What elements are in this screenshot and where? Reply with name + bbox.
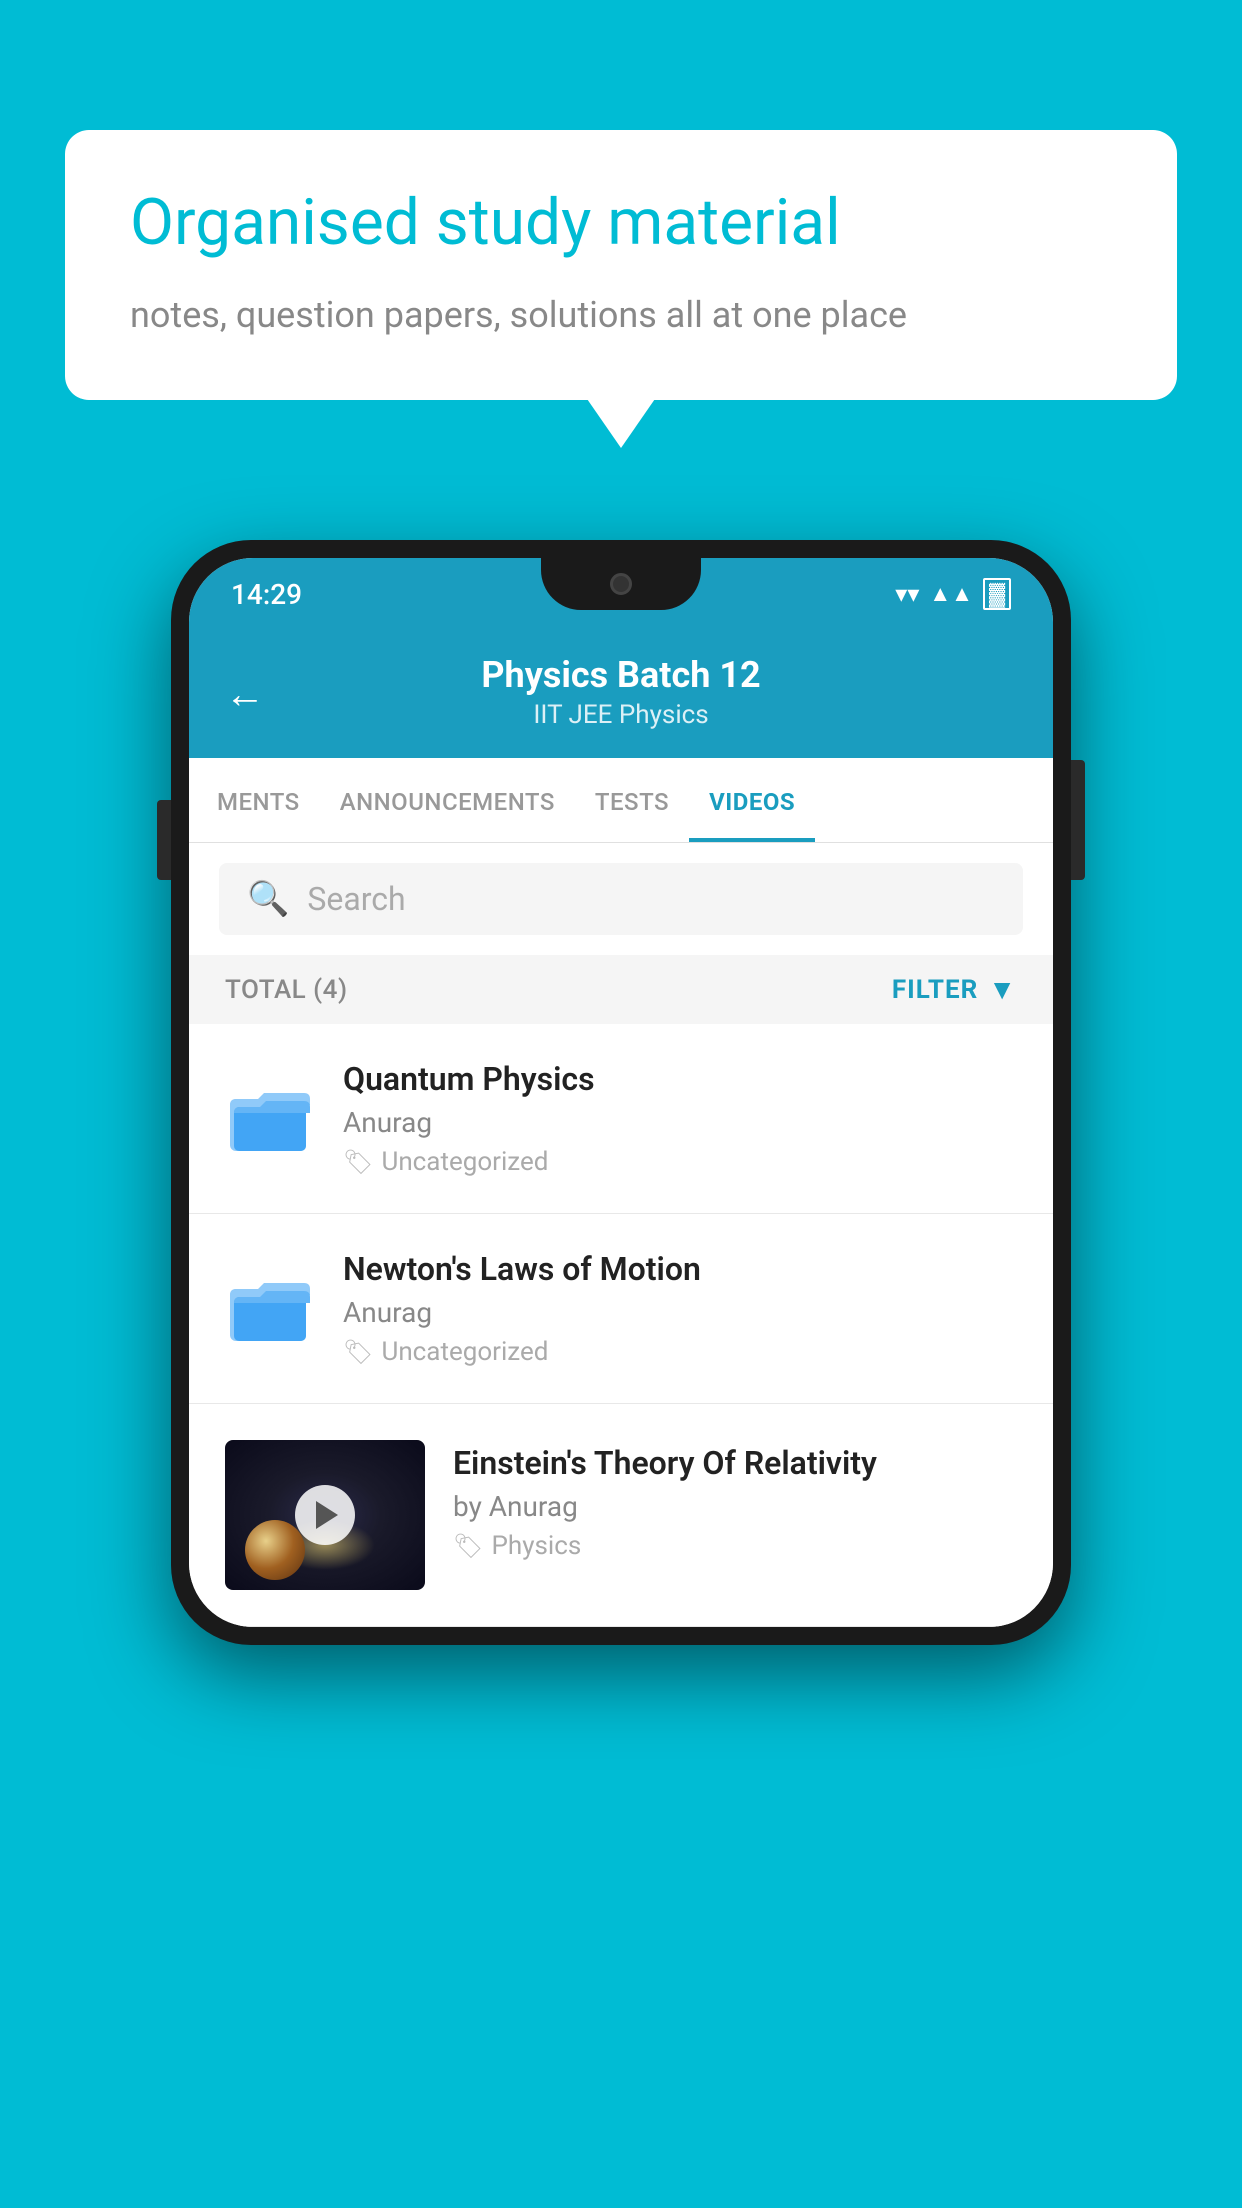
video-title-2: Newton's Laws of Motion [343,1250,1017,1288]
phone-outer: 14:29 ▾▾ ▲▲ ▓ ← Physics Batch 12 [171,540,1071,1645]
speech-bubble-title: Organised study material [130,185,1112,262]
search-placeholder: Search [307,880,405,918]
tag-label-2: Uncategorized [381,1337,548,1367]
video-tag-1: 🏷 Uncategorized [343,1147,1017,1177]
battery-icon: ▓ [983,578,1011,610]
search-icon: 🔍 [247,879,289,919]
video-author-3: by Anurag [453,1490,1017,1523]
status-icons: ▾▾ ▲▲ ▓ [895,578,1011,610]
list-item[interactable]: Einstein's Theory Of Relativity by Anura… [189,1404,1053,1627]
search-container: 🔍 Search [189,843,1053,955]
signal-icon: ▲▲ [929,581,973,607]
status-time: 14:29 [231,578,302,611]
app-header: ← Physics Batch 12 IIT JEE Physics [189,630,1053,758]
filter-label: FILTER [892,975,978,1005]
batch-subtitle: IIT JEE Physics [481,700,760,730]
header-title-group: Physics Batch 12 IIT JEE Physics [481,654,760,730]
list-item[interactable]: Quantum Physics Anurag 🏷 Uncategorized [189,1024,1053,1214]
tag-icon-2: 🏷 [343,1338,373,1366]
speech-bubble-subtitle: notes, question papers, solutions all at… [130,290,1112,340]
tag-icon-3: 🏷 [453,1532,483,1560]
filter-funnel-icon: ▼ [988,973,1017,1006]
tab-videos[interactable]: VIDEOS [689,758,815,842]
filter-row: TOTAL (4) FILTER ▼ [189,955,1053,1024]
phone-screen: 14:29 ▾▾ ▲▲ ▓ ← Physics Batch 12 [189,558,1053,1627]
phone-notch [541,558,701,610]
tab-tests[interactable]: TESTS [575,758,689,842]
status-bar: 14:29 ▾▾ ▲▲ ▓ [189,558,1053,630]
video-folder-icon-2 [225,1264,315,1354]
video-author-2: Anurag [343,1296,1017,1329]
video-thumbnail-3 [225,1440,425,1590]
tag-icon-1: 🏷 [343,1148,373,1176]
play-button-3[interactable] [295,1485,355,1545]
tab-announcements[interactable]: ANNOUNCEMENTS [320,758,575,842]
play-triangle-icon [316,1501,338,1529]
filter-button[interactable]: FILTER ▼ [892,973,1017,1006]
wifi-icon: ▾▾ [895,580,919,608]
video-info-3: Einstein's Theory Of Relativity by Anura… [453,1440,1017,1561]
video-author-1: Anurag [343,1106,1017,1139]
video-list: Quantum Physics Anurag 🏷 Uncategorized [189,1024,1053,1627]
tab-ments[interactable]: MENTS [197,758,320,842]
list-item[interactable]: Newton's Laws of Motion Anurag 🏷 Uncateg… [189,1214,1053,1404]
batch-title: Physics Batch 12 [481,654,760,696]
phone-wrapper: 14:29 ▾▾ ▲▲ ▓ ← Physics Batch 12 [171,540,1071,1645]
camera-dot [610,573,632,595]
speech-bubble-container: Organised study material notes, question… [65,130,1177,400]
video-info-2: Newton's Laws of Motion Anurag 🏷 Uncateg… [343,1250,1017,1367]
video-tag-3: 🏷 Physics [453,1531,1017,1561]
video-tag-2: 🏷 Uncategorized [343,1337,1017,1367]
video-info-1: Quantum Physics Anurag 🏷 Uncategorized [343,1060,1017,1177]
tag-label-3: Physics [491,1531,581,1561]
total-count: TOTAL (4) [225,975,348,1005]
tabs-bar: MENTS ANNOUNCEMENTS TESTS VIDEOS [189,758,1053,843]
thumbnail-sphere [245,1520,305,1580]
speech-bubble: Organised study material notes, question… [65,130,1177,400]
search-bar[interactable]: 🔍 Search [219,863,1023,935]
video-title-3: Einstein's Theory Of Relativity [453,1444,1017,1482]
video-title-1: Quantum Physics [343,1060,1017,1098]
video-folder-icon [225,1074,315,1164]
tag-label-1: Uncategorized [381,1147,548,1177]
back-button[interactable]: ← [225,671,265,718]
